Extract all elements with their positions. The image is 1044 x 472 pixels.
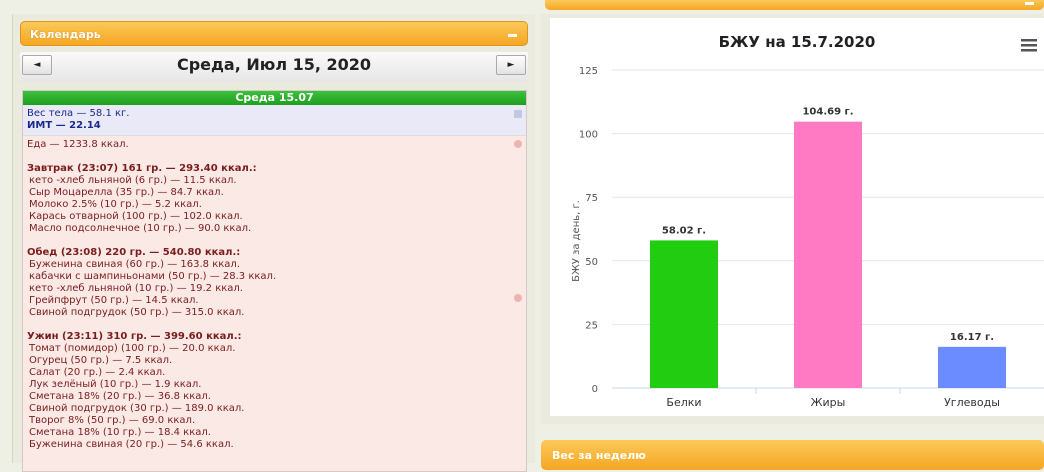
x-tick-label: Углеводы: [944, 396, 1000, 409]
chart-title: БЖУ на 15.7.2020: [719, 33, 876, 51]
meal-item: Масло подсолнечное (10 гр.) — 90.0 ккал.: [29, 223, 252, 234]
y-tick-label: 75: [585, 193, 598, 204]
data-label: 16.17 г.: [950, 332, 994, 343]
day-header[interactable]: Среда 15.07: [23, 91, 526, 105]
weekly-panel-header[interactable]: Вес за неделю: [541, 440, 1044, 470]
y-tick-label: 0: [592, 384, 598, 395]
minimize-icon[interactable]: [1025, 2, 1034, 5]
meal-item: Свиной подгрудок (30 гр.) — 189.0 ккал.: [29, 403, 245, 414]
meal-item: кето -хлеб льняной (6 гр.) — 11.5 ккал.: [29, 175, 237, 186]
y-axis-label: БЖУ за день, г.: [571, 200, 582, 282]
meal-item: Карась отварной (100 гр.) — 102.0 ккал.: [29, 211, 243, 222]
macros-bar-chart: БЖУ на 15.7.2020 БЖУ за день, г. 0 25 50 75…: [571, 33, 1044, 409]
apple-icon[interactable]: [514, 140, 522, 148]
meal-item: Сметана 18% (10 гр.) — 18.4 ккал.: [29, 427, 211, 438]
meal-item: Сметана 18% (20 гр.) — 36.8 ккал.: [29, 391, 211, 402]
left-column: Календарь ◄ Среда, Июл 15, 2020 ► Среда …: [12, 14, 535, 472]
x-tick-label: Жиры: [811, 396, 846, 409]
hamburger-menu-icon[interactable]: [1021, 39, 1037, 52]
meal-item: Огурец (50 гр.) — 7.5 ккал.: [29, 355, 173, 366]
daily-panel-header[interactable]: [545, 0, 1044, 10]
weekly-panel-title: Вес за неделю: [552, 449, 646, 462]
bar-Жиры[interactable]: [794, 121, 862, 388]
calendar-panel-header[interactable]: Календарь: [20, 21, 528, 46]
meal-item: Салат (20 гр.) — 2.4 ккал.: [29, 367, 166, 378]
meal-title: Обед (23:08) 220 гр. — 540.80 ккал.:: [27, 247, 241, 258]
day-entry: Среда 15.07 Вес тела — 58.1 кг. ИМТ — 22…: [22, 90, 527, 472]
bmi-value: ИМТ — 22.14: [27, 120, 101, 131]
meal-item: Сыр Моцарелла (35 гр.) — 84.7 ккал.: [29, 187, 224, 198]
meal-title: Завтрак (23:07) 161 гр. — 293.40 ккал.:: [27, 163, 257, 174]
meal-item: Лук зелёный (10 гр.) — 1.9 ккал.: [29, 379, 202, 390]
meal-item: Томат (помидор) (100 гр.) — 20.0 ккал.: [29, 343, 236, 354]
meal-item: Грейпфрут (50 гр.) — 14.5 ккал.: [29, 295, 199, 306]
data-label: 104.69 г.: [802, 107, 853, 118]
body-weight: Вес тела — 58.1 кг.: [27, 108, 130, 119]
minimize-icon[interactable]: [508, 34, 517, 37]
calendar-navigation: ◄ Среда, Июл 15, 2020 ►: [20, 52, 528, 82]
meal-item: Буженина свиная (20 гр.) — 54.6 ккал.: [29, 439, 234, 450]
body-stats: Вес тела — 58.1 кг. ИМТ — 22.14: [23, 105, 526, 136]
food-total: Еда — 1233.8 ккал.: [27, 139, 129, 150]
calendar-panel-title: Календарь: [30, 28, 101, 41]
meal-item: Молоко 2.5% (10 гр.) — 5.2 ккал.: [29, 199, 202, 210]
chart-panel: БЖУ на 15.7.2020 БЖУ за день, г. 0 25 50 75…: [541, 14, 1044, 424]
bar-Белки[interactable]: [650, 240, 718, 388]
chart-card: БЖУ на 15.7.2020 БЖУ за день, г. 0 25 50 75…: [550, 18, 1044, 416]
bar-Углеводы[interactable]: [938, 346, 1006, 388]
x-tick-label: Белки: [666, 396, 701, 409]
meal-item: кабачки с шампиньонами (50 гр.) — 28.3 к…: [29, 271, 277, 282]
next-day-button[interactable]: ►: [496, 55, 526, 75]
apple-icon[interactable]: [514, 294, 522, 302]
y-tick-label: 50: [585, 257, 598, 268]
y-tick-label: 100: [579, 130, 598, 141]
y-tick-label: 25: [585, 320, 598, 331]
meal-title: Ужин (23:11) 310 гр. — 399.60 ккал.:: [27, 331, 242, 342]
edit-icon[interactable]: [514, 110, 522, 118]
meal-item: Буженина свиная (60 гр.) — 163.8 ккал.: [29, 259, 241, 270]
food-log: Еда — 1233.8 ккал. Завтрак (23:07) 161 г…: [23, 136, 526, 454]
meal-item: Творог 8% (50 гр.) — 69.0 ккал.: [29, 415, 196, 426]
y-tick-label: 125: [579, 66, 598, 77]
meal-item: Свиной подгрудок (50 гр.) — 315.0 ккал.: [29, 307, 245, 318]
meal-item: кето -хлеб льняной (10 гр.) — 19.2 ккал.: [29, 283, 243, 294]
data-label: 58.02 г.: [662, 225, 706, 236]
calendar-date-title: Среда, Июл 15, 2020: [176, 55, 372, 74]
